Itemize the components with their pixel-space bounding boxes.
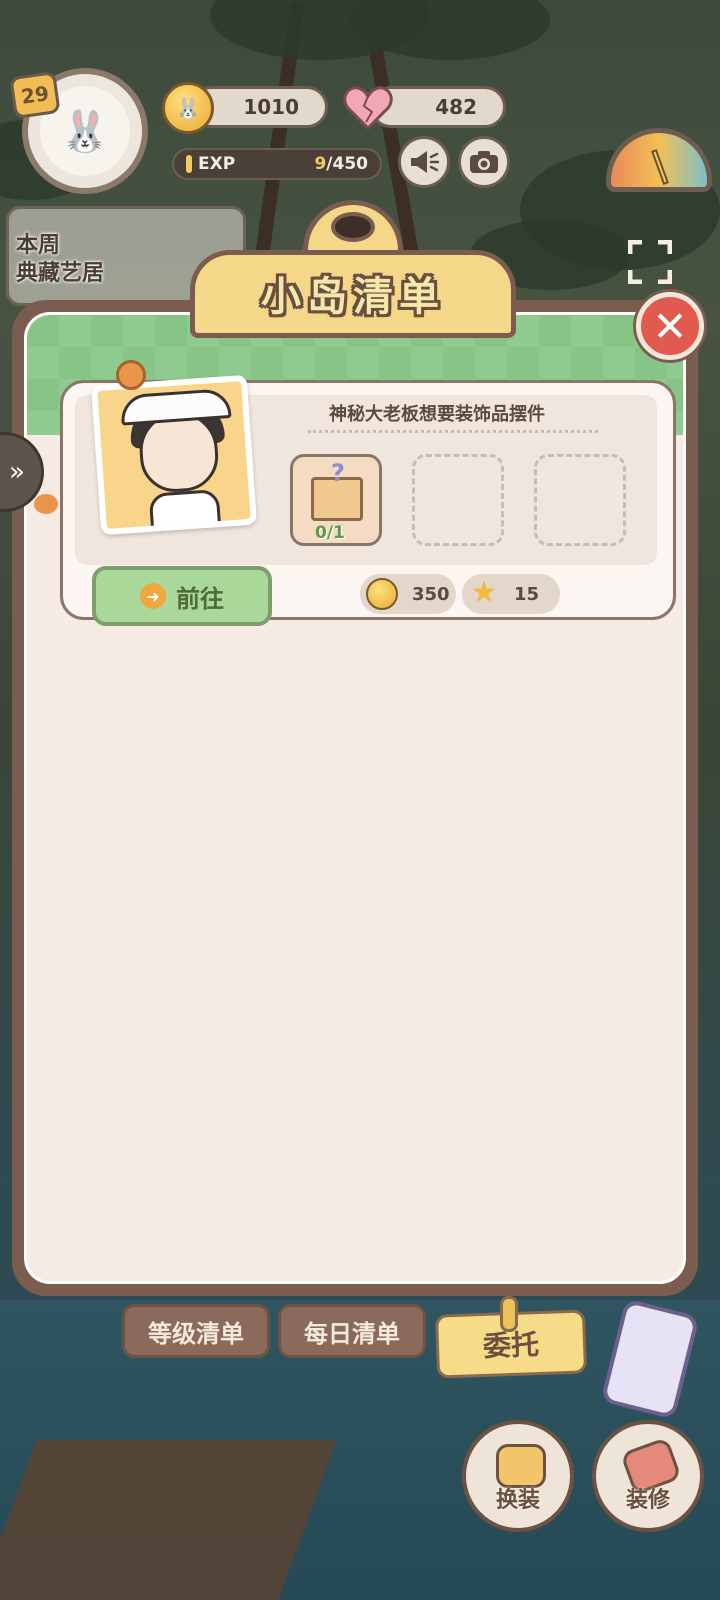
- card-tab-decoration: [34, 494, 58, 514]
- level-badge: 29: [9, 71, 61, 119]
- tab-daily-list[interactable]: 每日清单: [278, 1304, 426, 1358]
- go-button-label: 前往: [176, 584, 224, 613]
- dress-up-button[interactable]: 换装: [462, 1420, 574, 1532]
- dress-up-label: 换装: [495, 1488, 540, 1513]
- close-button[interactable]: ✕: [636, 292, 704, 360]
- empty-item-slot: [412, 454, 504, 546]
- panel-title: 小岛清单: [261, 274, 445, 320]
- fullscreen-icon[interactable]: [628, 240, 672, 284]
- task-description: 神秘大老板想要装饰品摆件: [329, 404, 545, 425]
- coin-icon: [366, 578, 398, 610]
- camera-icon: [470, 151, 498, 173]
- coin-count: 1010: [243, 95, 299, 119]
- dotted-divider: [308, 430, 598, 433]
- heart-icon: [343, 86, 393, 131]
- exp-label: EXP: [198, 154, 236, 174]
- tab-peg-decoration: [500, 1296, 518, 1332]
- tab-level-list[interactable]: 等级清单: [122, 1304, 270, 1358]
- weekly-line-1: 本周: [16, 233, 61, 258]
- exp-current: 9: [314, 154, 327, 174]
- required-item-slot[interactable]: ? 0/1: [290, 454, 382, 546]
- question-mark-icon: ?: [331, 459, 345, 487]
- chevron-right-icon: »: [9, 457, 25, 487]
- exp-bar: EXP 9/450: [172, 148, 382, 180]
- exp-fill: [186, 155, 192, 173]
- arrow-right-icon: ➜: [140, 583, 166, 609]
- weekly-line-2: 典藏艺居: [16, 261, 105, 286]
- tab-label: 每日清单: [304, 1319, 400, 1348]
- camera-button[interactable]: [458, 136, 510, 188]
- close-icon: ✕: [652, 301, 688, 351]
- weekly-event-label: 本周 典藏艺居: [16, 232, 146, 288]
- decorate-label: 装修: [625, 1488, 670, 1513]
- pin-icon: [116, 360, 146, 390]
- empty-item-slot: [534, 454, 626, 546]
- reward-coins: 350: [360, 574, 456, 614]
- exp-max: /450: [326, 154, 368, 174]
- item-progress: 0/1: [315, 523, 345, 543]
- decorate-button[interactable]: 装修: [592, 1420, 704, 1532]
- star-icon: ★: [470, 575, 498, 610]
- go-button[interactable]: ➜ 前往: [92, 566, 272, 626]
- speaker-button[interactable]: [398, 136, 450, 188]
- reward-star-amount: 15: [514, 583, 540, 605]
- client-portrait: [90, 374, 258, 536]
- title-banner: 小岛清单: [190, 200, 516, 340]
- tab-label: 等级清单: [148, 1319, 244, 1348]
- speaker-icon: [411, 151, 439, 173]
- reward-stars: ★ 15: [462, 574, 560, 614]
- reward-coin-amount: 350: [412, 583, 450, 605]
- heart-count: 482: [435, 95, 477, 119]
- gauge-needle-icon: [651, 149, 669, 185]
- coin-icon: 🐰: [162, 82, 214, 134]
